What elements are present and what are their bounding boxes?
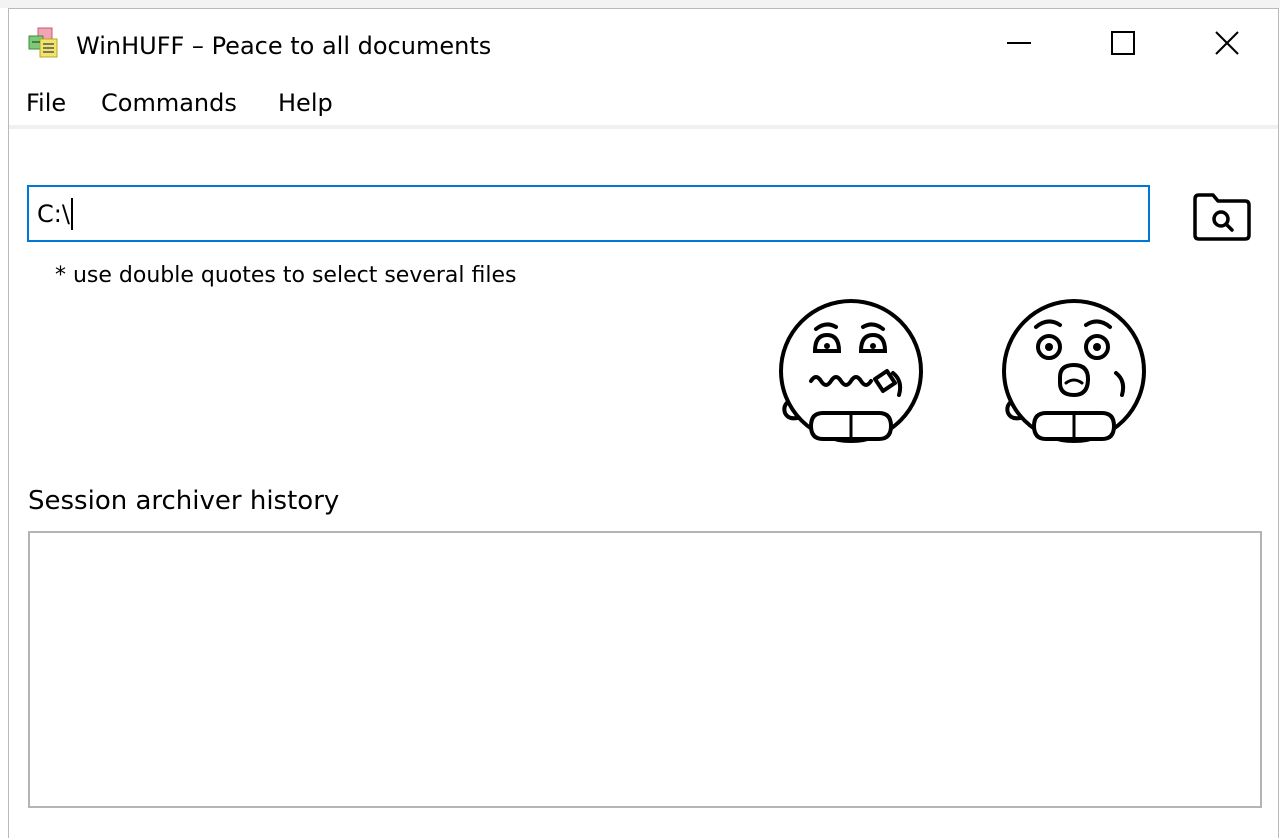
minimize-icon (1007, 42, 1031, 44)
menu-help[interactable]: Help (274, 86, 337, 120)
background-strip (0, 0, 1280, 8)
session-history-list[interactable] (28, 531, 1262, 808)
app-window: WinHUFF – Peace to all documents File Co… (8, 8, 1279, 838)
maximize-button[interactable] (1071, 9, 1175, 77)
path-input[interactable]: C:\ (27, 185, 1150, 242)
menu-bar: File Commands Help (9, 77, 1278, 129)
title-bar[interactable]: WinHUFF – Peace to all documents (9, 9, 1278, 77)
text-caret (70, 197, 73, 230)
menu-file[interactable]: File (22, 86, 70, 120)
path-value: C:\ (37, 199, 70, 228)
maximize-icon (1111, 31, 1135, 55)
history-label: Session archiver history (28, 486, 340, 516)
folder-search-icon[interactable] (1187, 185, 1257, 245)
window-title: WinHUFF – Peace to all documents (76, 32, 492, 60)
minimize-button[interactable] (967, 9, 1071, 77)
surprised-face-icon[interactable] (994, 291, 1154, 451)
app-icon (28, 27, 58, 58)
zipped-mouth-face-icon[interactable] (771, 291, 931, 451)
close-button[interactable] (1175, 9, 1279, 77)
menu-commands[interactable]: Commands (97, 86, 241, 120)
close-icon (1215, 31, 1239, 55)
multi-select-hint: * use double quotes to select several fi… (55, 263, 517, 288)
